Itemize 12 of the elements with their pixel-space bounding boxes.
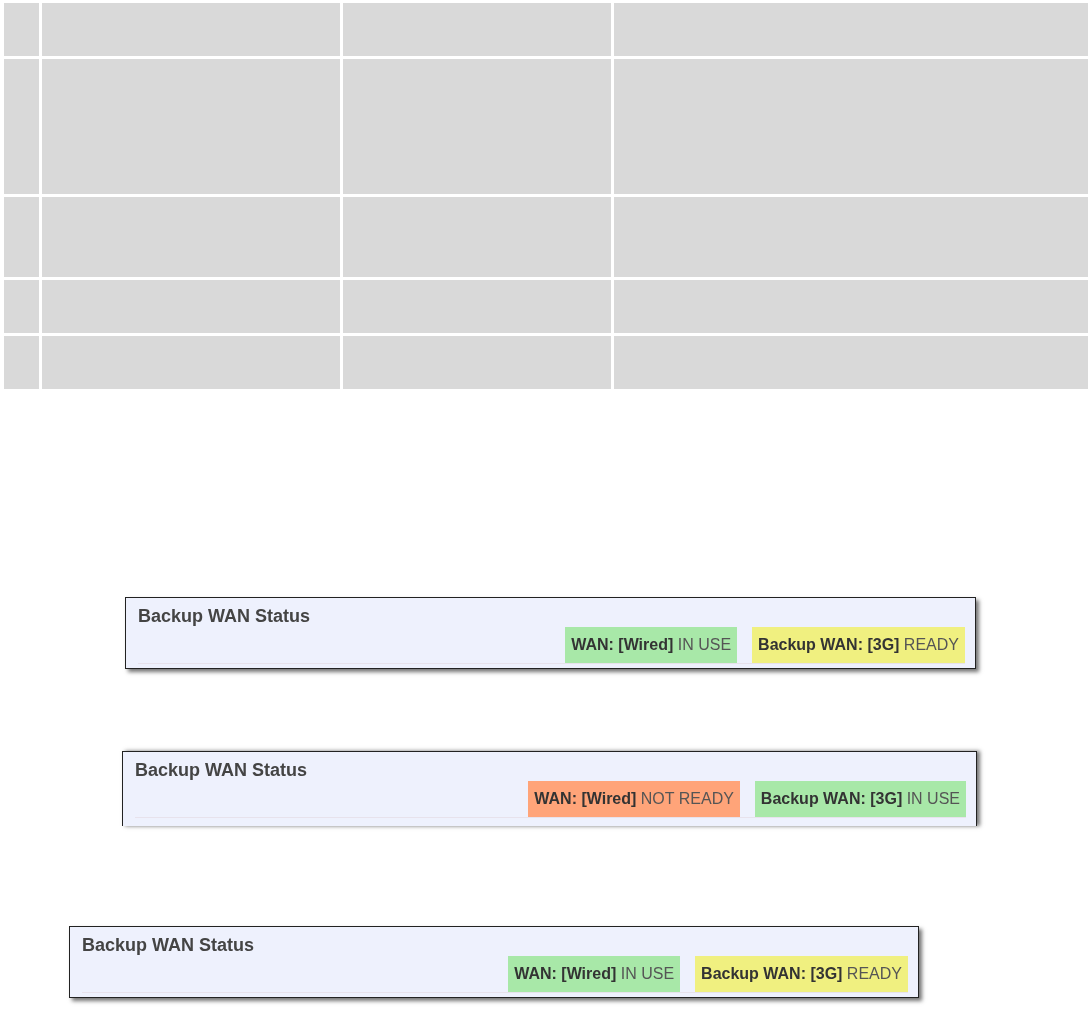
table-cell <box>4 336 39 389</box>
status-badge: WAN: [Wired] IN USE <box>508 956 681 992</box>
status-badge: Backup WAN: [3G] READY <box>695 956 908 992</box>
panel-title: Backup WAN Status <box>135 760 308 780</box>
table-cell <box>4 280 39 333</box>
status-badge: WAN: [Wired] IN USE <box>565 627 738 663</box>
status-badge: WAN: [Wired] NOT READY <box>528 781 740 817</box>
panel-title: Backup WAN Status <box>82 935 255 955</box>
header-cell <box>4 3 39 56</box>
status-badge: Backup WAN: [3G] READY <box>752 627 965 663</box>
status-badge: Backup WAN: [3G] IN USE <box>754 781 966 817</box>
panel-title: Backup WAN Status <box>138 606 311 626</box>
